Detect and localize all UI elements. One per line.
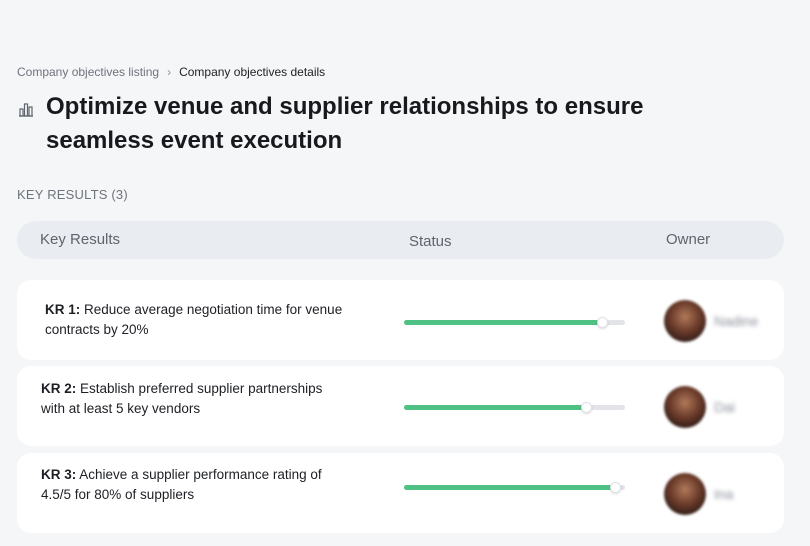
status-progress-bar — [404, 482, 625, 493]
progress-fill — [404, 405, 588, 410]
page-title: Optimize venue and supplier relationship… — [46, 93, 644, 154]
building-chart-icon — [19, 103, 33, 117]
key-result-text: Achieve a supplier performance rating of… — [41, 467, 322, 502]
progress-handle[interactable] — [596, 317, 608, 328]
owner-name: Nadine — [714, 313, 759, 329]
column-header-status[interactable]: Status — [409, 233, 452, 250]
breadcrumb-parent-link[interactable]: Company objectives listing — [17, 65, 159, 79]
owner-cell[interactable]: Dai — [664, 386, 735, 428]
objective-details-page: Company objectives listing › Company obj… — [0, 0, 810, 546]
column-header-key-results[interactable]: Key Results — [40, 231, 120, 248]
key-result-row[interactable]: KR 1: Reduce average negotiation time fo… — [17, 280, 784, 360]
owner-name: Ina — [714, 486, 734, 502]
progress-handle[interactable] — [610, 482, 622, 493]
key-result-description: KR 3: Achieve a supplier performance rat… — [41, 465, 341, 505]
key-result-description: KR 1: Reduce average negotiation time fo… — [45, 300, 345, 340]
owner-cell[interactable]: Nadine — [664, 300, 758, 342]
column-header-owner[interactable]: Owner — [666, 231, 710, 248]
key-result-text: Establish preferred supplier partnership… — [41, 381, 323, 416]
status-progress-bar — [404, 402, 625, 413]
key-result-row[interactable]: KR 3: Achieve a supplier performance rat… — [17, 453, 784, 533]
breadcrumb-current: Company objectives details — [179, 65, 326, 79]
key-result-description: KR 2: Establish preferred supplier partn… — [41, 379, 341, 419]
chevron-right-icon: › — [167, 65, 172, 79]
owner-name: Dai — [714, 399, 736, 415]
status-progress-bar — [404, 317, 625, 328]
avatar — [664, 473, 706, 515]
progress-fill — [404, 485, 617, 490]
key-results-section-label: KEY RESULTS (3) — [17, 187, 128, 202]
key-result-code: KR 3: — [41, 467, 77, 482]
key-results-table-header: Key Results Status Owner — [17, 221, 784, 259]
owner-cell[interactable]: Ina — [664, 473, 733, 515]
progress-fill — [404, 320, 603, 325]
avatar — [664, 300, 706, 342]
key-result-code: KR 2: — [41, 381, 77, 396]
progress-handle[interactable] — [581, 402, 593, 413]
breadcrumb: Company objectives listing › Company obj… — [17, 65, 325, 79]
key-result-text: Reduce average negotiation time for venu… — [45, 302, 343, 337]
key-result-code: KR 1: — [45, 302, 81, 317]
key-result-row[interactable]: KR 2: Establish preferred supplier partn… — [17, 366, 784, 446]
avatar — [664, 386, 706, 428]
